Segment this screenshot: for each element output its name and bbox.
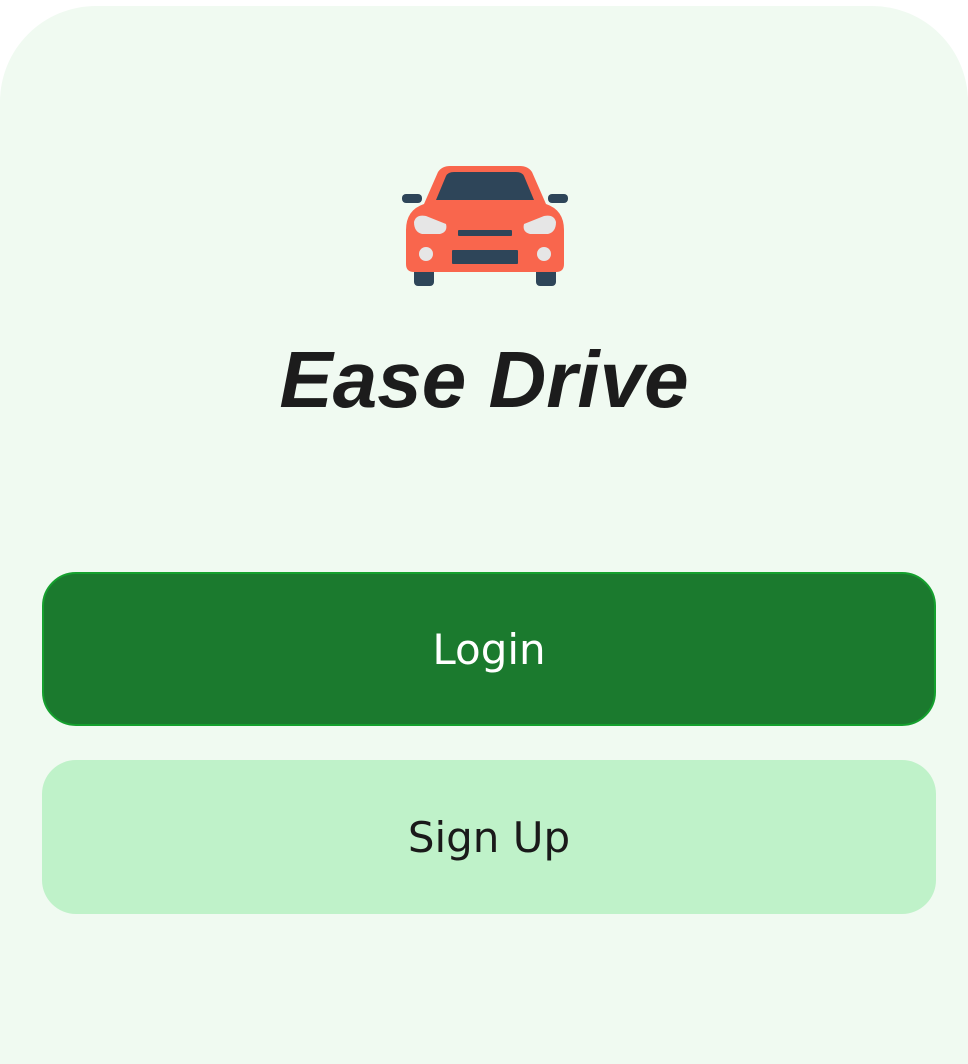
login-button-label: Login [432,624,546,674]
sign-up-button-label: Sign Up [407,812,571,862]
car-icon [402,160,568,286]
login-button[interactable]: Login [42,572,936,726]
welcome-screen: Ease Drive Login Sign Up [0,6,968,1064]
app-title: Ease Drive [279,335,689,424]
sign-up-button[interactable]: Sign Up [42,760,936,914]
